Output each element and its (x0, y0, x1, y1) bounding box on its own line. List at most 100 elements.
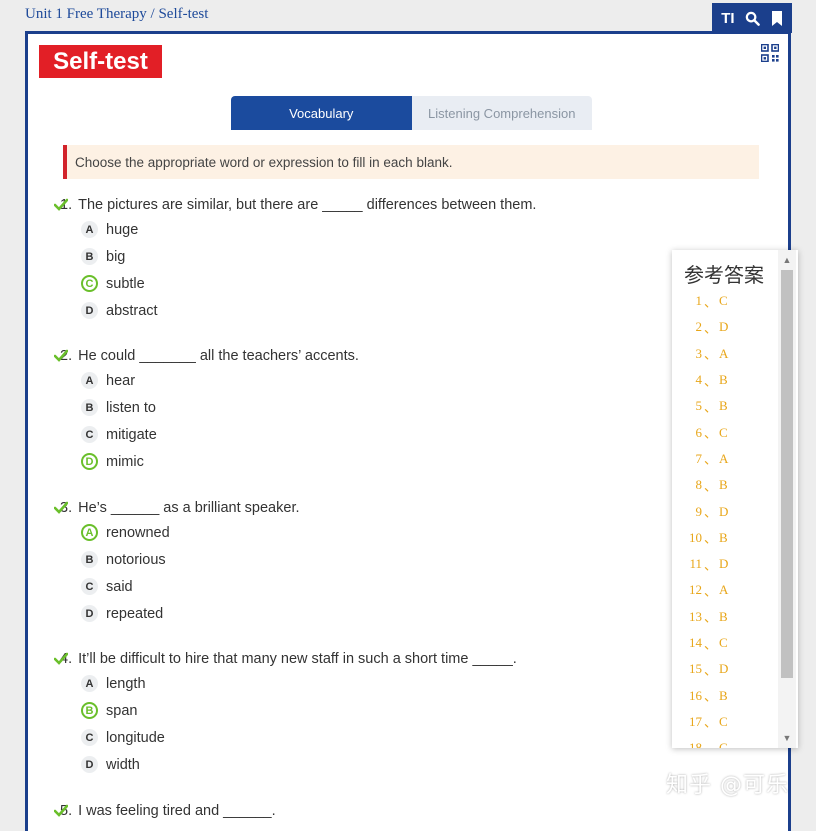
answer-number: 13 (689, 608, 702, 624)
answer-key-item: 7、 A (680, 446, 780, 472)
option-letter: B (81, 248, 98, 265)
answer-separator: 、 (704, 662, 718, 678)
tab-bar: Vocabulary Listening Comprehension (231, 96, 592, 130)
font-size-icon[interactable]: TI (721, 10, 734, 27)
answer-letter: B (719, 529, 728, 545)
answer-letter: B (719, 398, 728, 414)
answer-key-item: 13、 B (680, 604, 780, 630)
option-letter: D (81, 302, 98, 319)
instruction-banner: Choose the appropriate word or expressio… (63, 145, 759, 179)
answer-number: 16 (689, 687, 702, 703)
option-letter: A (81, 221, 98, 238)
option-letter: B (81, 399, 98, 416)
check-icon (54, 804, 68, 817)
answer-number: 18 (689, 740, 702, 748)
answer-letter: B (719, 477, 728, 493)
option-text: renowned (106, 524, 170, 541)
answer-number: 11 (689, 556, 702, 572)
check-icon (54, 501, 68, 514)
answer-key-panel[interactable]: 参考答案 1、 C 2、 D 3、 A 4、 B 5、 B 6、 C 7、 A 8、 B 9、 D 10、 B 11、 D… (672, 250, 798, 748)
answer-letter: D (719, 661, 729, 677)
option-a[interactable]: Arenowned (81, 519, 300, 546)
question-stem: 4. It’ll be difficult to hire that many … (54, 648, 517, 670)
answer-key-item: 17、 C (680, 709, 780, 735)
question-text: I was feeling tired and ______. (78, 803, 276, 819)
breadcrumb[interactable]: Unit 1 Free Therapy / Self-test (25, 6, 208, 23)
answer-separator: 、 (704, 347, 718, 363)
option-letter: A (81, 372, 98, 389)
answer-number: 17 (689, 713, 702, 729)
option-b[interactable]: Bbig (81, 243, 536, 270)
answer-key-item: 11、 D (680, 551, 780, 577)
option-text: mimic (106, 453, 144, 470)
scroll-up-arrow-icon[interactable]: ▲ (778, 252, 796, 268)
option-text: listen to (106, 399, 156, 416)
qr-code-icon[interactable] (760, 43, 780, 67)
option-c[interactable]: Cmitigate (81, 421, 359, 448)
top-bar: Unit 1 Free Therapy / Self-test TI (0, 0, 816, 33)
answer-letter: C (719, 635, 728, 650)
option-c[interactable]: Csaid (81, 573, 300, 600)
option-d[interactable]: Dwidth (81, 751, 517, 778)
answer-letter: C (719, 424, 728, 440)
watermark: 知乎 @可乐 (666, 773, 789, 798)
scrollbar[interactable]: ▲ ▼ (778, 250, 796, 748)
answer-separator: 、 (704, 715, 718, 731)
option-letter: D (81, 605, 98, 622)
option-text: repeated (106, 605, 164, 622)
answer-key-item: 12、 A (680, 577, 780, 603)
check-icon (54, 652, 68, 665)
option-a[interactable]: Alength (81, 670, 517, 697)
answer-number: 6 (695, 424, 703, 440)
search-icon[interactable] (745, 11, 760, 26)
option-text: longitude (106, 729, 165, 746)
answer-number: 3 (695, 345, 703, 361)
option-a[interactable]: Ahear (81, 367, 359, 394)
answer-number: 9 (695, 503, 703, 519)
answer-number: 7 (695, 450, 703, 466)
answer-key-item: 3、 A (680, 341, 780, 367)
scrollbar-thumb[interactable] (781, 270, 793, 678)
answer-letter: D (719, 319, 729, 335)
bookmark-icon[interactable] (771, 10, 783, 26)
answer-key-item: 2、 D (680, 314, 780, 340)
option-letter: B (81, 551, 98, 568)
tab-listening-comprehension[interactable]: Listening Comprehension (411, 96, 592, 130)
tab-vocabulary[interactable]: Vocabulary (231, 96, 412, 130)
question-text: It’ll be difficult to hire that many new… (78, 651, 517, 667)
option-text: said (106, 578, 133, 595)
option-b[interactable]: Blisten to (81, 394, 359, 421)
option-letter: C (81, 426, 98, 443)
option-c[interactable]: Clongitude (81, 724, 517, 751)
answer-number: 5 (695, 398, 703, 414)
answer-letter: B (719, 687, 728, 703)
option-b[interactable]: Bnotorious (81, 546, 300, 573)
answer-letter: C (719, 740, 728, 748)
scroll-down-arrow-icon[interactable]: ▼ (778, 730, 796, 746)
answer-number: 14 (689, 635, 702, 650)
answer-separator: 、 (704, 531, 718, 547)
question-3: 3. He’s ______ as a brilliant speaker. A… (54, 497, 300, 627)
option-d[interactable]: Drepeated (81, 600, 300, 627)
answer-key-title: 参考答案 (684, 263, 764, 287)
answer-letter: D (719, 556, 729, 572)
answer-letter: B (719, 608, 728, 624)
option-c[interactable]: Csubtle (81, 270, 536, 297)
answer-key-item: 16、 B (680, 682, 780, 708)
option-d[interactable]: Dmimic (81, 448, 359, 475)
option-a[interactable]: Ahuge (81, 216, 536, 243)
option-letter-correct: B (81, 702, 98, 719)
question-4: 4. It’ll be difficult to hire that many … (54, 648, 517, 778)
answer-number: 8 (695, 477, 703, 493)
answer-key-item: 14、 C (680, 630, 780, 656)
option-d[interactable]: Dabstract (81, 297, 536, 324)
option-letter: C (81, 729, 98, 746)
question-stem: 1. The pictures are similar, but there a… (54, 194, 536, 216)
answer-key-item: 5、 B (680, 393, 780, 419)
option-b[interactable]: Bspan (81, 697, 517, 724)
option-letter: A (81, 675, 98, 692)
question-text: He’s ______ as a brilliant speaker. (78, 500, 300, 516)
option-letter-correct: C (81, 275, 98, 292)
answer-separator: 、 (704, 557, 718, 573)
page-title: Self-test (39, 45, 162, 78)
